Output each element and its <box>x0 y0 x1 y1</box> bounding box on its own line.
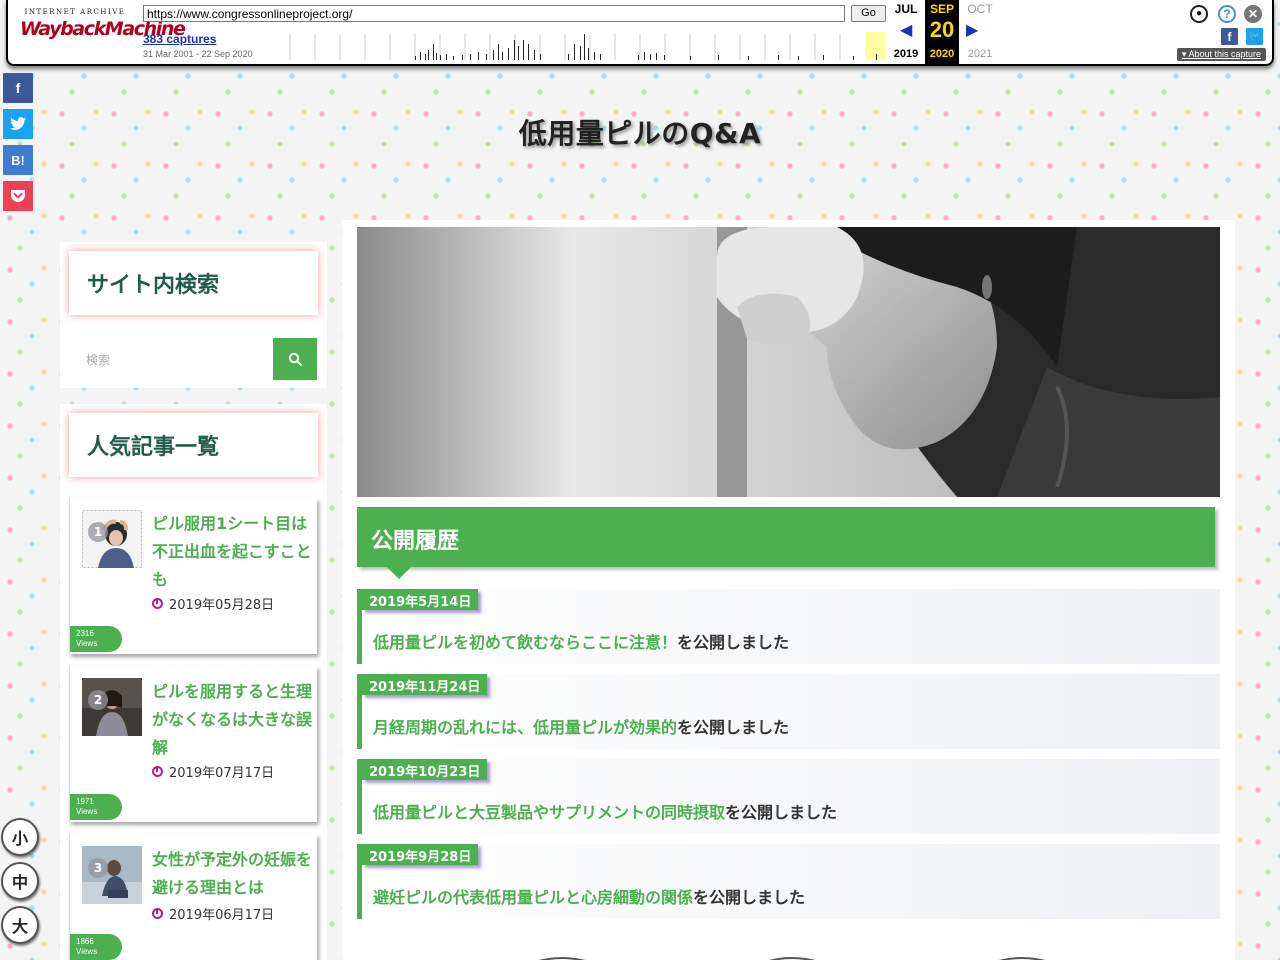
heading-pointer <box>387 567 411 579</box>
clock-icon <box>152 598 163 609</box>
entry-link[interactable]: 月経周期の乱れには、低用量ピルが効果的 <box>373 718 677 737</box>
views-label: Views <box>76 807 98 816</box>
entry-date: 2019年11月24日 <box>362 674 488 695</box>
wayback-next-month-label: OCT <box>967 2 993 16</box>
pocket-icon[interactable] <box>3 181 33 211</box>
thumbnail-image[interactable]: 1 <box>82 510 142 568</box>
rank-badge: 2 <box>88 690 108 710</box>
wayback-prev-year: 2019 <box>893 48 919 60</box>
wayback-logo-main: WaybackMachine <box>20 18 186 40</box>
entry-text: 低用量ピルを初めて飲むならここに注意！を公開しました <box>373 629 789 653</box>
wayback-capture-range: 31 Mar 2001 - 22 Sep 2020 <box>143 49 253 59</box>
entry-link[interactable]: 低用量ピルと大豆製品やサプリメントの同時摂取 <box>373 803 725 822</box>
rank-badge: 1 <box>88 522 108 542</box>
thumbnail-image[interactable]: 3 <box>82 846 142 904</box>
font-size-small-button[interactable]: 小 <box>1 818 39 856</box>
wayback-calendar: JUL 2019 ◀ SEP 20 2020 OCT 2021 ▶ <box>888 0 998 64</box>
popular-heading: 人気記事一覧 <box>69 413 318 477</box>
user-icon[interactable]: ● <box>1190 5 1208 23</box>
search-widget: サイト内検索 検索 <box>60 242 327 388</box>
font-size-large-button[interactable]: 大 <box>1 906 39 944</box>
history-heading: 公開履歴 <box>357 507 1215 579</box>
decorative-arcs <box>538 957 1046 960</box>
entry-text: 避妊ピルの代表低用量ピルと心房細動の関係を公開しました <box>373 884 805 908</box>
history-entry: 2019年11月24日 月経周期の乱れには、低用量ピルが効果的を公開しました <box>357 674 1220 749</box>
help-icon[interactable]: ? <box>1218 5 1236 23</box>
history-entry: 2019年9月28日 避妊ピルの代表低用量ピルと心房細動の関係を公開しました <box>357 844 1220 919</box>
entry-text: 低用量ピルと大豆製品やサプリメントの同時摂取を公開しました <box>373 799 837 823</box>
views-label: Views <box>76 947 98 956</box>
popular-item-title[interactable]: 女性が予定外の妊娠を避ける理由とは <box>152 846 312 902</box>
wayback-next-month[interactable]: OCT 2021 ▶ <box>962 0 998 64</box>
entry-link[interactable]: 低用量ピルを初めて飲むならここに注意！ <box>373 633 677 652</box>
thumbnail-image[interactable]: 2 <box>82 678 142 736</box>
wayback-go-button[interactable]: Go <box>851 5 886 22</box>
popular-item-title[interactable]: ピル服用1シート目は不正出血を起こすことも <box>152 510 312 594</box>
wayback-prev-month-label: JUL <box>894 2 918 16</box>
wayback-cur-month: SEP <box>929 2 954 16</box>
views-badge: 2316 Views <box>70 626 122 652</box>
wayback-captures-link[interactable]: 383 captures <box>143 32 216 46</box>
views-count: 1971 <box>76 797 94 806</box>
popular-item-date-text: 2019年07月17日 <box>169 766 275 781</box>
font-size-medium-button[interactable]: 中 <box>1 862 39 900</box>
close-icon[interactable]: ✕ <box>1244 5 1262 23</box>
twitter-share-icon[interactable]: 🐦 <box>1246 28 1263 45</box>
popular-item-date-text: 2019年06月17日 <box>169 908 275 923</box>
views-badge: 1866 Views <box>70 934 122 960</box>
entry-suffix: を公開しました <box>693 888 806 907</box>
entry-link[interactable]: 避妊ピルの代表低用量ピルと心房細動の関係 <box>373 888 693 907</box>
site-title[interactable]: 低用量ピルのQ&A <box>0 112 1280 152</box>
wayback-prev-month[interactable]: JUL 2019 ◀ <box>888 0 924 64</box>
main-content: 公開履歴 2019年5月14日 低用量ピルを初めて飲むならここに注意！を公開しま… <box>342 220 1235 960</box>
prev-arrow-icon[interactable]: ◀ <box>900 20 912 40</box>
wayback-current-capture: SEP 20 2020 <box>925 0 959 64</box>
popular-item-date: 2019年06月17日 <box>152 904 274 923</box>
wayback-cur-year: 2020 <box>929 48 955 60</box>
facebook-share-icon[interactable]: f <box>1221 28 1238 45</box>
wayback-sparkline[interactable] <box>278 28 886 60</box>
rank-badge: 3 <box>88 858 108 878</box>
entry-text: 月経周期の乱れには、低用量ピルが効果的を公開しました <box>373 714 789 738</box>
popular-item[interactable]: 1 ピル服用1シート目は不正出血を起こすことも 2019年05月28日 2316… <box>69 498 317 654</box>
clock-icon <box>152 908 163 919</box>
popular-item-date: 2019年05月28日 <box>152 594 274 613</box>
search-button[interactable] <box>273 338 317 380</box>
popular-item[interactable]: 3 女性が予定外の妊娠を避ける理由とは 2019年06月17日 1866 Vie… <box>69 834 317 960</box>
facebook-icon[interactable]: f <box>3 73 33 103</box>
wayback-next-year: 2021 <box>967 48 993 60</box>
search-input[interactable]: 検索 <box>76 338 272 380</box>
entry-suffix: を公開しました <box>677 718 790 737</box>
popular-item-title[interactable]: ピルを服用すると生理がなくなるは大きな誤解 <box>152 678 312 762</box>
search-heading: サイト内検索 <box>69 251 318 315</box>
wayback-cur-day: 20 <box>929 17 955 42</box>
popular-item[interactable]: 2 ピルを服用すると生理がなくなるは大きな誤解 2019年07月17日 1971… <box>69 666 317 822</box>
about-capture-link[interactable]: ▾ About this capture <box>1176 48 1266 61</box>
popular-item-date-text: 2019年05月28日 <box>169 598 275 613</box>
views-count: 2316 <box>76 629 94 638</box>
next-arrow-icon[interactable]: ▶ <box>966 20 978 40</box>
history-entry: 2019年5月14日 低用量ピルを初めて飲むならここに注意！を公開しました <box>357 589 1220 664</box>
history-heading-text: 公開履歴 <box>371 529 460 554</box>
popular-item-date: 2019年07月17日 <box>152 762 274 781</box>
clock-icon <box>152 766 163 777</box>
entry-date: 2019年5月14日 <box>362 589 479 610</box>
entry-date: 2019年9月28日 <box>362 844 479 865</box>
about-capture-label: About this capture <box>1188 49 1261 59</box>
views-label: Views <box>76 639 98 648</box>
hero-image <box>357 227 1220 497</box>
entry-date: 2019年10月23日 <box>362 759 488 780</box>
search-icon <box>288 352 302 366</box>
entry-suffix: を公開しました <box>725 803 838 822</box>
views-count: 1866 <box>76 937 94 946</box>
wayback-logo-top: INTERNET ARCHIVE <box>24 8 126 16</box>
wayback-toolbar: INTERNET ARCHIVE WaybackMachine https://… <box>6 0 1274 66</box>
views-badge: 1971 Views <box>70 794 122 820</box>
wayback-url-input[interactable]: https://www.congressonlineproject.org/ <box>143 5 845 22</box>
history-entry: 2019年10月23日 低用量ピルと大豆製品やサプリメントの同時摂取を公開しまし… <box>357 759 1220 834</box>
wayback-logo[interactable]: INTERNET ARCHIVE WaybackMachine <box>20 8 186 54</box>
entry-suffix: を公開しました <box>677 633 790 652</box>
